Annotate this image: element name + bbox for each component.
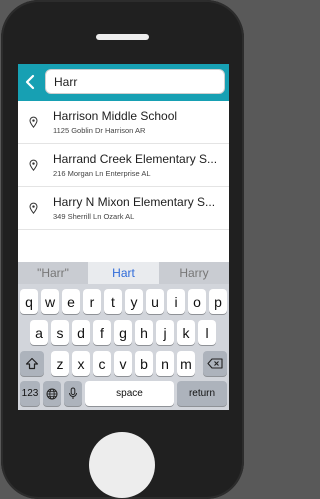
key-x[interactable]: x: [72, 351, 90, 376]
result-title: Harry N Mixon Elementary S...: [53, 195, 216, 209]
suggestion-bar: "Harr" Hart Harry: [18, 262, 229, 284]
key-j[interactable]: j: [156, 320, 174, 345]
location-pin-icon: [29, 116, 38, 128]
location-pin-icon: [29, 159, 38, 171]
key-y[interactable]: y: [125, 289, 143, 314]
delete-key[interactable]: [203, 351, 227, 376]
results-list: Harrison Middle School 1125 Goblin Dr Ha…: [18, 101, 229, 230]
globe-icon: [46, 388, 58, 399]
phone-frame: Harrison Middle School 1125 Goblin Dr Ha…: [1, 0, 244, 499]
search-header: [18, 64, 229, 101]
back-button[interactable]: [21, 71, 39, 93]
delete-icon: [207, 358, 223, 369]
result-address: 349 Sherrill Ln Ozark AL: [53, 212, 135, 221]
dictation-key[interactable]: [64, 381, 82, 406]
keyboard: "Harr" Hart Harry q w e r t y u i o p a …: [18, 262, 229, 410]
key-o[interactable]: o: [188, 289, 206, 314]
result-title: Harrison Middle School: [53, 109, 178, 123]
key-v[interactable]: v: [114, 351, 132, 376]
key-q[interactable]: q: [20, 289, 38, 314]
key-c[interactable]: c: [93, 351, 111, 376]
suggestion-alternate[interactable]: Harry: [159, 262, 229, 284]
search-input[interactable]: [54, 74, 216, 89]
key-l[interactable]: l: [198, 320, 216, 345]
key-z[interactable]: z: [51, 351, 69, 376]
suggestion-literal[interactable]: "Harr": [18, 262, 88, 284]
result-item[interactable]: Harry N Mixon Elementary S... 349 Sherri…: [18, 187, 229, 230]
result-item[interactable]: Harrand Creek Elementary S... 216 Morgan…: [18, 144, 229, 187]
key-a[interactable]: a: [30, 320, 48, 345]
space-key[interactable]: space: [85, 381, 174, 406]
result-title: Harrand Creek Elementary S...: [53, 152, 218, 166]
result-address: 216 Morgan Ln Enterprise AL: [53, 169, 151, 178]
return-key[interactable]: return: [177, 381, 227, 406]
result-item[interactable]: Harrison Middle School 1125 Goblin Dr Ha…: [18, 101, 229, 144]
key-m[interactable]: m: [177, 351, 195, 376]
key-b[interactable]: b: [135, 351, 153, 376]
result-address: 1125 Goblin Dr Harrison AR: [53, 126, 146, 135]
app-screen: Harrison Middle School 1125 Goblin Dr Ha…: [18, 64, 229, 410]
key-p[interactable]: p: [209, 289, 227, 314]
key-w[interactable]: w: [41, 289, 59, 314]
suggestion-primary[interactable]: Hart: [88, 262, 159, 284]
key-d[interactable]: d: [72, 320, 90, 345]
search-box[interactable]: [45, 69, 225, 94]
back-arrow-icon: [25, 74, 35, 90]
microphone-icon: [69, 387, 77, 399]
key-t[interactable]: t: [104, 289, 122, 314]
location-pin-icon: [29, 202, 38, 214]
key-i[interactable]: i: [167, 289, 185, 314]
key-s[interactable]: s: [51, 320, 69, 345]
numbers-key[interactable]: 123: [20, 381, 40, 406]
key-f[interactable]: f: [93, 320, 111, 345]
shift-icon: [25, 357, 39, 370]
key-n[interactable]: n: [156, 351, 174, 376]
key-e[interactable]: e: [62, 289, 80, 314]
key-k[interactable]: k: [177, 320, 195, 345]
shift-key[interactable]: [20, 351, 44, 376]
speaker-grille: [96, 34, 149, 40]
key-h[interactable]: h: [135, 320, 153, 345]
home-button[interactable]: [89, 432, 155, 498]
key-u[interactable]: u: [146, 289, 164, 314]
key-g[interactable]: g: [114, 320, 132, 345]
key-r[interactable]: r: [83, 289, 101, 314]
globe-key[interactable]: [43, 381, 61, 406]
